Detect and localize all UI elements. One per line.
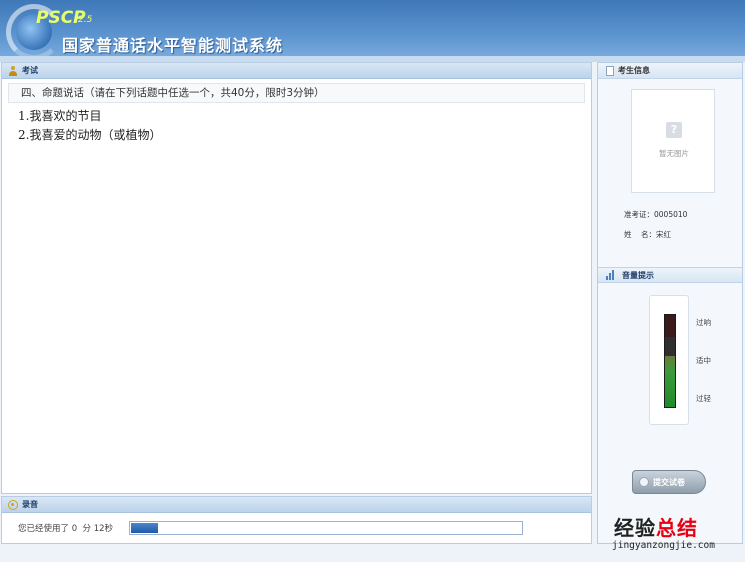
photo-caption: 暂无图片 bbox=[659, 149, 689, 158]
person-icon bbox=[8, 65, 18, 76]
document-icon bbox=[606, 65, 614, 76]
submit-label: 提交试卷 bbox=[653, 477, 685, 487]
candidate-photo: ? 暂无图片 bbox=[631, 89, 715, 193]
topic-item-2[interactable]: 2.我喜爱的动物（或植物） bbox=[2, 126, 591, 145]
record-icon bbox=[8, 499, 18, 510]
candidate-name: 姓 名：宋红 bbox=[624, 230, 672, 239]
level-moderate: 适中 bbox=[696, 356, 711, 365]
volume-icon bbox=[606, 270, 618, 280]
image-placeholder-icon: ? bbox=[666, 122, 682, 138]
recording-body: 您已经使用了 0 分 12秒 bbox=[2, 513, 591, 543]
level-loud: 过响 bbox=[696, 318, 711, 327]
volume-meter-top bbox=[665, 315, 675, 337]
topic-item-1[interactable]: 1.我喜欢的节目 bbox=[2, 107, 591, 126]
candidate-tab-bar: 考生信息 bbox=[598, 63, 742, 79]
logo-version: 2.5 bbox=[78, 15, 93, 25]
volume-meter bbox=[664, 314, 676, 408]
watermark-main: 经验总结 bbox=[614, 512, 698, 541]
watermark-accent-text: 总结 bbox=[656, 516, 698, 540]
recording-tab-label: 录音 bbox=[22, 500, 38, 509]
watermark-url: jingyanzongjie.com bbox=[612, 540, 715, 551]
elapsed-time-text: 您已经使用了 0 分 12秒 bbox=[18, 524, 114, 534]
recording-tab-bar: 录音 bbox=[2, 497, 591, 513]
exam-tab-label: 考试 bbox=[22, 66, 38, 75]
app-header: PSCP 2.5 国家普通话水平智能测试系统 bbox=[0, 0, 745, 62]
volume-tab-bar: 音量提示 bbox=[598, 267, 742, 283]
volume-meter-fill bbox=[665, 356, 675, 407]
watermark-main-text: 经验 bbox=[614, 516, 656, 540]
exam-id: 准考证：0005010 bbox=[624, 210, 688, 219]
side-panel: 考生信息 ? 暂无图片 准考证：0005010 姓 名：宋红 音量提示 过响 适… bbox=[597, 62, 743, 544]
recording-progress-bar bbox=[129, 521, 524, 535]
exam-tab-bar: 考试 bbox=[2, 63, 591, 79]
level-quiet: 过轻 bbox=[696, 394, 711, 403]
app-title: 国家普通话水平智能测试系统 bbox=[62, 36, 284, 55]
submit-icon bbox=[639, 477, 649, 487]
candidate-tab-label: 考生信息 bbox=[618, 66, 650, 75]
volume-tab-label: 音量提示 bbox=[622, 270, 654, 280]
section-title: 四、命题说话（请在下列话题中任选一个，共40分，限时3分钟） bbox=[8, 83, 585, 103]
recording-progress-fill bbox=[131, 523, 159, 533]
topic-list: 1.我喜欢的节目 2.我喜爱的动物（或植物） bbox=[2, 107, 591, 145]
volume-meter-box bbox=[649, 295, 689, 425]
recording-panel: 录音 您已经使用了 0 分 12秒 bbox=[1, 496, 592, 544]
submit-exam-button[interactable]: 提交试卷 bbox=[632, 470, 706, 494]
exam-panel: 考试 四、命题说话（请在下列话题中任选一个，共40分，限时3分钟） 1.我喜欢的… bbox=[1, 62, 592, 494]
watermark: 经验总结 jingyanzongjie.com bbox=[612, 512, 740, 558]
